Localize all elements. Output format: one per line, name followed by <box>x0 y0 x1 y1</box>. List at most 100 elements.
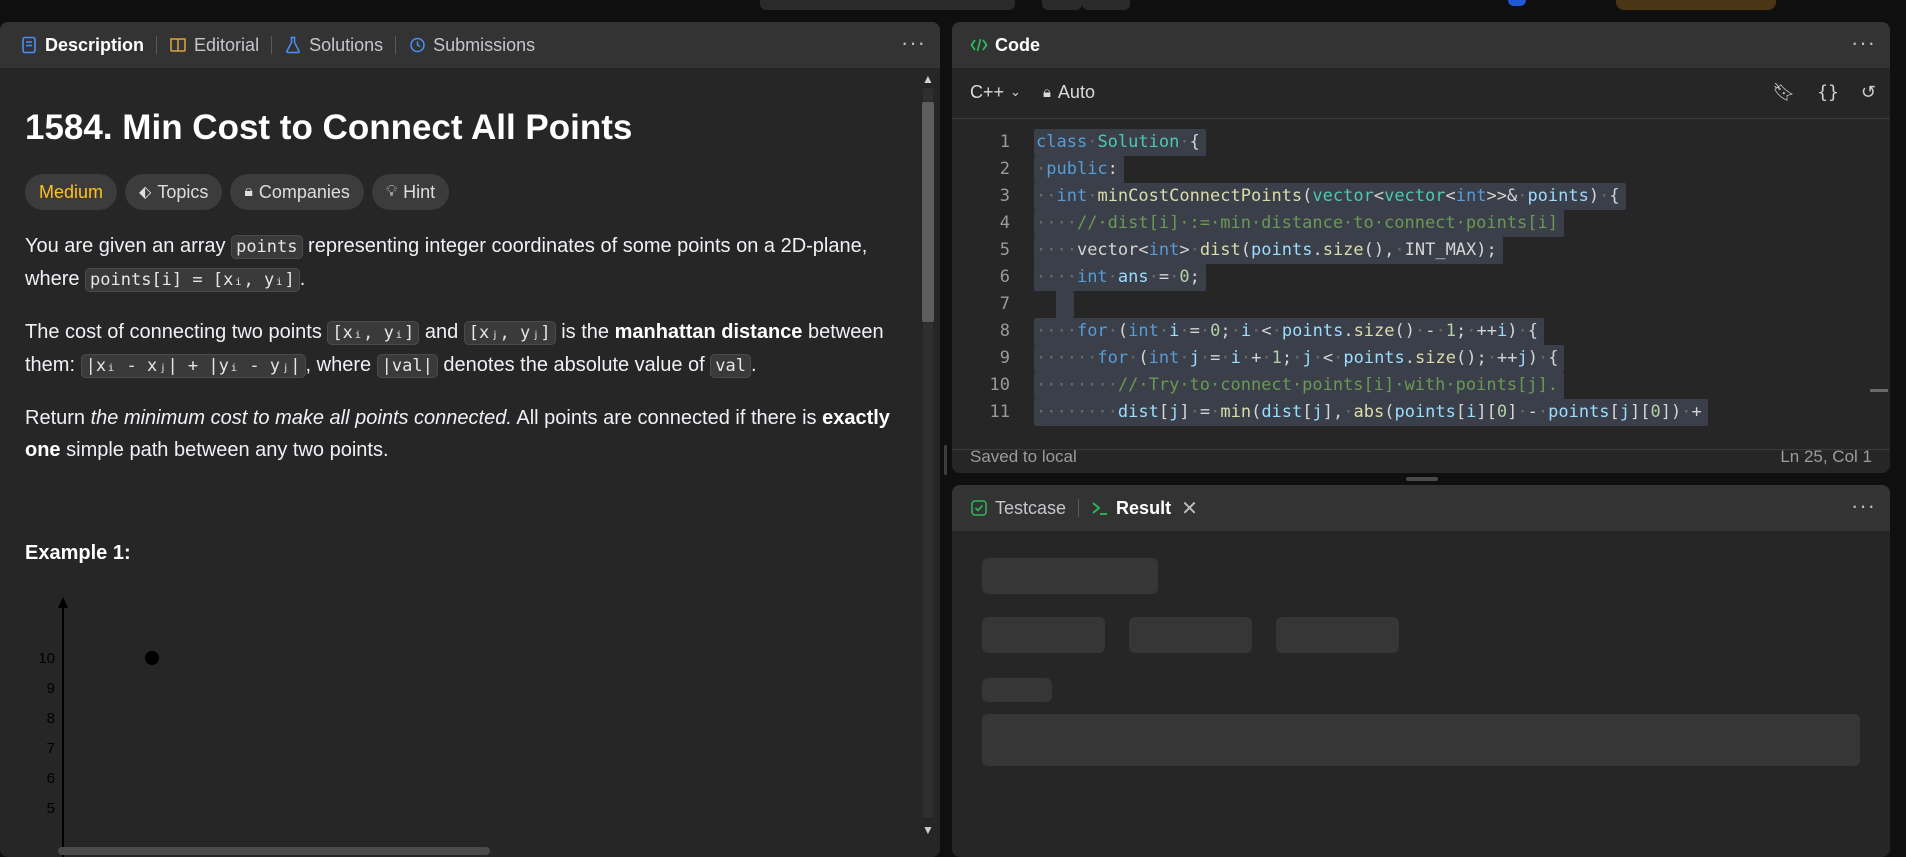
tab-label: Solutions <box>309 34 384 55</box>
line-number: 8 <box>999 321 1010 341</box>
tab-description[interactable]: Description <box>20 22 144 68</box>
line-number: 11 <box>989 402 1010 422</box>
code-line: 4 ····//·dist[i]·:=·min·distance·to·conne… <box>952 210 1890 237</box>
top-control[interactable] <box>1042 0 1082 10</box>
code-line: 7 <box>952 291 1890 318</box>
panel-resize-handle[interactable] <box>944 445 947 475</box>
loading-placeholder <box>1276 617 1399 653</box>
reset-icon[interactable]: ↺ <box>1861 82 1876 103</box>
problem-title: 1584. Min Cost to Connect All Points <box>25 108 633 147</box>
description-paragraph: Return the minimum cost to make all poin… <box>25 402 895 466</box>
inline-code: [xⱼ, yⱼ] <box>463 321 556 345</box>
code-line: 5 ····vector<int>·dist(points.size(),·INT… <box>952 237 1890 264</box>
checkbox-icon <box>971 500 987 516</box>
scroll-thumb[interactable] <box>922 102 934 322</box>
line-number: 1 <box>999 132 1010 152</box>
tab-testcase[interactable]: Testcase <box>970 485 1066 531</box>
text: You are given an array <box>25 235 232 257</box>
inline-code: points[i] = [xᵢ, yᵢ] <box>85 268 300 292</box>
top-bar <box>0 0 1906 22</box>
tab-label: Code <box>995 34 1040 55</box>
format-braces-icon[interactable]: {} <box>1817 82 1839 103</box>
tab-label: Editorial <box>194 34 260 55</box>
result-panel: Testcase Result ✕ ··· <box>952 485 1890 857</box>
line-number: 3 <box>999 186 1010 206</box>
panel-resize-handle[interactable] <box>1406 477 1438 481</box>
loading-placeholder <box>1129 617 1252 653</box>
premium-button[interactable] <box>1616 0 1776 10</box>
chip-label: Companies <box>258 181 350 202</box>
axis-tick-label: 6 <box>47 770 55 787</box>
tag-icon: ⬖ <box>139 184 152 201</box>
axis-tick-label: 5 <box>47 800 55 817</box>
chip-label: Hint <box>403 181 436 202</box>
code-header: Code ··· <box>952 22 1890 68</box>
code-line: 3 ··int·minCostConnectPoints(vector<vecto… <box>952 183 1890 210</box>
tab-label: Result <box>1116 497 1172 518</box>
topics-chip[interactable]: ⬖ Topics <box>125 174 223 210</box>
text: Return <box>25 407 91 429</box>
scroll-up-icon[interactable]: ▲ <box>922 72 934 86</box>
example-plot: 10 9 8 7 6 5 <box>38 597 159 857</box>
minimap-marker <box>1870 389 1888 392</box>
top-control[interactable] <box>760 0 1015 10</box>
editor-status-bar: Saved to local Ln 25, Col 1 <box>970 447 1872 473</box>
more-options-icon[interactable]: ··· <box>1851 32 1876 54</box>
chip-label: Topics <box>157 181 209 202</box>
bookmark-icon[interactable]: 🔖︎ <box>1772 82 1795 103</box>
axis-tick-label: 9 <box>47 680 55 697</box>
axis-tick-label: 8 <box>47 710 55 727</box>
text: All points are connected if there is <box>511 407 823 429</box>
inline-code: |val| <box>376 354 438 378</box>
description-icon <box>22 36 36 54</box>
loading-placeholder <box>982 678 1052 702</box>
terminal-icon <box>1092 502 1108 515</box>
plot-point <box>145 651 159 665</box>
line-number: 4 <box>999 213 1010 233</box>
editor-toolbar: C++ ⌄ 🔒︎ Auto 🔖︎ {} ↺ <box>952 68 1890 116</box>
close-icon[interactable]: ✕ <box>1181 496 1198 521</box>
bold-text: manhattan distance <box>614 321 803 343</box>
tab-submissions[interactable]: Submissions <box>408 22 535 68</box>
tab-code[interactable]: Code <box>970 22 1040 68</box>
code-line: 1 class·Solution·{ <box>952 129 1890 156</box>
axis-tick-label: 10 <box>38 650 55 667</box>
companies-chip[interactable]: 🔒︎ Companies <box>230 174 364 210</box>
italic-text: the minimum cost to make all points conn… <box>90 407 512 429</box>
lock-icon: 🔒︎ <box>1042 83 1051 101</box>
more-options-icon[interactable]: ··· <box>901 32 926 54</box>
vertical-scrollbar[interactable]: ▲ ▼ <box>918 72 938 837</box>
more-options-icon[interactable]: ··· <box>1851 495 1876 517</box>
loading-placeholder <box>982 558 1158 594</box>
description-panel: Description Editorial Solutions Submissi… <box>0 22 940 857</box>
tab-divider <box>156 36 158 54</box>
result-tabbar: Testcase Result ✕ ··· <box>952 485 1890 531</box>
line-number: 6 <box>999 267 1010 287</box>
code-line: 2 ·public: <box>952 156 1890 183</box>
description-paragraph: The cost of connecting two points [xᵢ, y… <box>25 316 895 382</box>
notification-dot[interactable] <box>1508 0 1526 6</box>
tab-divider <box>395 36 397 54</box>
horizontal-scrollbar[interactable] <box>58 847 490 855</box>
tab-label: Submissions <box>433 34 536 55</box>
mode-toggle[interactable]: 🔒︎ Auto <box>1043 82 1095 103</box>
mode-label: Auto <box>1057 81 1095 102</box>
code-icon <box>970 38 988 52</box>
language-select[interactable]: C++ ⌄ <box>970 82 1021 103</box>
code-editor[interactable]: 1 class·Solution·{ 2 ·public: 3 ··int·minCo… <box>952 118 1890 450</box>
line-number: 10 <box>989 375 1010 395</box>
save-status: Saved to local <box>970 447 1077 466</box>
scroll-down-icon[interactable]: ▼ <box>922 823 934 837</box>
top-control[interactable] <box>1082 0 1130 10</box>
tab-divider <box>1078 499 1080 517</box>
hint-chip[interactable]: 💡︎ Hint <box>371 174 450 210</box>
code-line: 10 ········//·Try·to·connect·points[i]·wi… <box>952 372 1890 399</box>
difficulty-badge: Medium <box>25 174 118 210</box>
tab-result[interactable]: Result ✕ <box>1091 485 1198 531</box>
inline-code: val <box>710 354 751 378</box>
tab-editorial[interactable]: Editorial <box>169 22 259 68</box>
example-heading: Example 1: <box>25 542 131 564</box>
flask-icon <box>286 36 300 54</box>
loading-placeholder <box>982 617 1105 653</box>
tab-solutions[interactable]: Solutions <box>284 22 383 68</box>
